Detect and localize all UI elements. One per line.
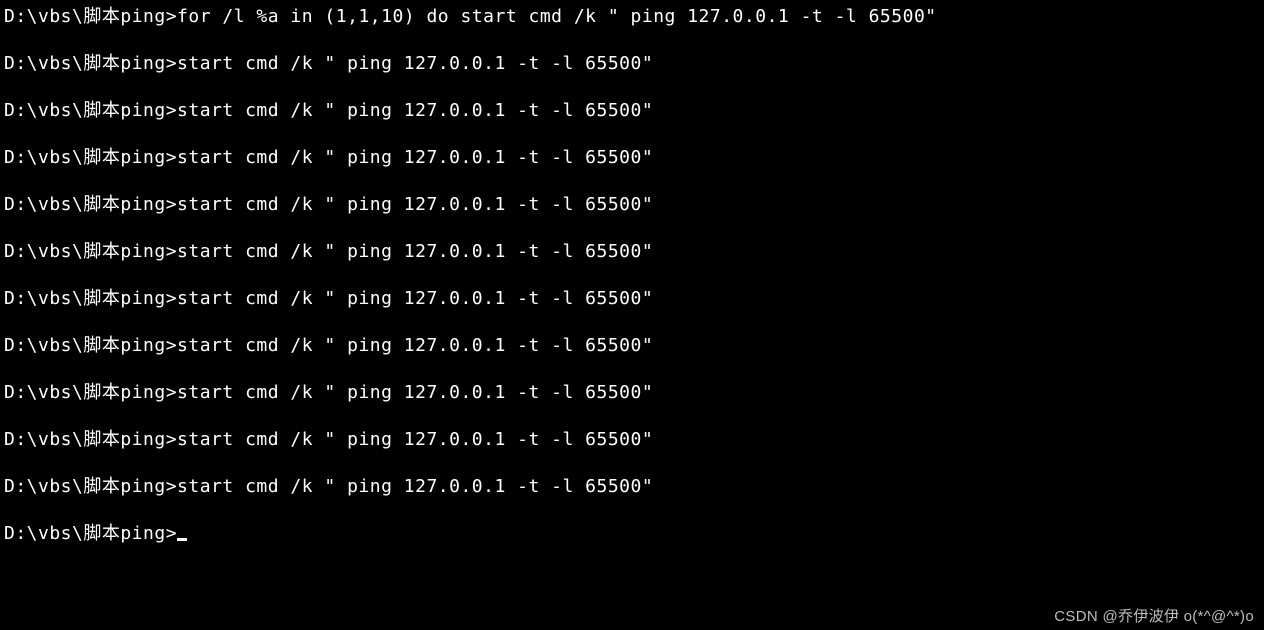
command-text: start cmd /k " ping 127.0.0.1 -t -l 6550… xyxy=(177,53,653,74)
prompt-text: D:\vbs\脚本ping> xyxy=(4,53,177,74)
terminal-line: D:\vbs\脚本ping>start cmd /k " ping 127.0.… xyxy=(4,478,1260,496)
terminal-line: D:\vbs\脚本ping>start cmd /k " ping 127.0.… xyxy=(4,384,1260,402)
prompt-text: D:\vbs\脚本ping> xyxy=(4,6,177,27)
terminal-line: D:\vbs\脚本ping> xyxy=(4,525,1260,543)
command-text: start cmd /k " ping 127.0.0.1 -t -l 6550… xyxy=(177,194,653,215)
command-text: start cmd /k " ping 127.0.0.1 -t -l 6550… xyxy=(177,147,653,168)
terminal-line: D:\vbs\脚本ping>start cmd /k " ping 127.0.… xyxy=(4,196,1260,214)
prompt-text: D:\vbs\脚本ping> xyxy=(4,241,177,262)
terminal-line: D:\vbs\脚本ping>start cmd /k " ping 127.0.… xyxy=(4,431,1260,449)
terminal-line: D:\vbs\脚本ping>start cmd /k " ping 127.0.… xyxy=(4,102,1260,120)
command-text: start cmd /k " ping 127.0.0.1 -t -l 6550… xyxy=(177,382,653,403)
prompt-text: D:\vbs\脚本ping> xyxy=(4,147,177,168)
prompt-text: D:\vbs\脚本ping> xyxy=(4,100,177,121)
prompt-text: D:\vbs\脚本ping> xyxy=(4,523,177,544)
command-text: start cmd /k " ping 127.0.0.1 -t -l 6550… xyxy=(177,241,653,262)
terminal-line: D:\vbs\脚本ping>start cmd /k " ping 127.0.… xyxy=(4,337,1260,355)
command-text: start cmd /k " ping 127.0.0.1 -t -l 6550… xyxy=(177,476,653,497)
terminal-output[interactable]: D:\vbs\脚本ping>for /l %a in (1,1,10) do s… xyxy=(4,8,1260,543)
command-text: start cmd /k " ping 127.0.0.1 -t -l 6550… xyxy=(177,100,653,121)
command-text: for /l %a in (1,1,10) do start cmd /k " … xyxy=(177,6,937,27)
prompt-text: D:\vbs\脚本ping> xyxy=(4,382,177,403)
terminal-line: D:\vbs\脚本ping>start cmd /k " ping 127.0.… xyxy=(4,290,1260,308)
command-text: start cmd /k " ping 127.0.0.1 -t -l 6550… xyxy=(177,288,653,309)
prompt-text: D:\vbs\脚本ping> xyxy=(4,429,177,450)
command-text: start cmd /k " ping 127.0.0.1 -t -l 6550… xyxy=(177,429,653,450)
prompt-text: D:\vbs\脚本ping> xyxy=(4,194,177,215)
terminal-line: D:\vbs\脚本ping>for /l %a in (1,1,10) do s… xyxy=(4,8,1260,26)
prompt-text: D:\vbs\脚本ping> xyxy=(4,476,177,497)
prompt-text: D:\vbs\脚本ping> xyxy=(4,288,177,309)
watermark-text: CSDN @乔伊波伊 o(*^@^*)o xyxy=(1054,609,1254,624)
terminal-line: D:\vbs\脚本ping>start cmd /k " ping 127.0.… xyxy=(4,55,1260,73)
command-text: start cmd /k " ping 127.0.0.1 -t -l 6550… xyxy=(177,335,653,356)
terminal-line: D:\vbs\脚本ping>start cmd /k " ping 127.0.… xyxy=(4,149,1260,167)
prompt-text: D:\vbs\脚本ping> xyxy=(4,335,177,356)
terminal-line: D:\vbs\脚本ping>start cmd /k " ping 127.0.… xyxy=(4,243,1260,261)
cursor-icon xyxy=(177,538,187,541)
